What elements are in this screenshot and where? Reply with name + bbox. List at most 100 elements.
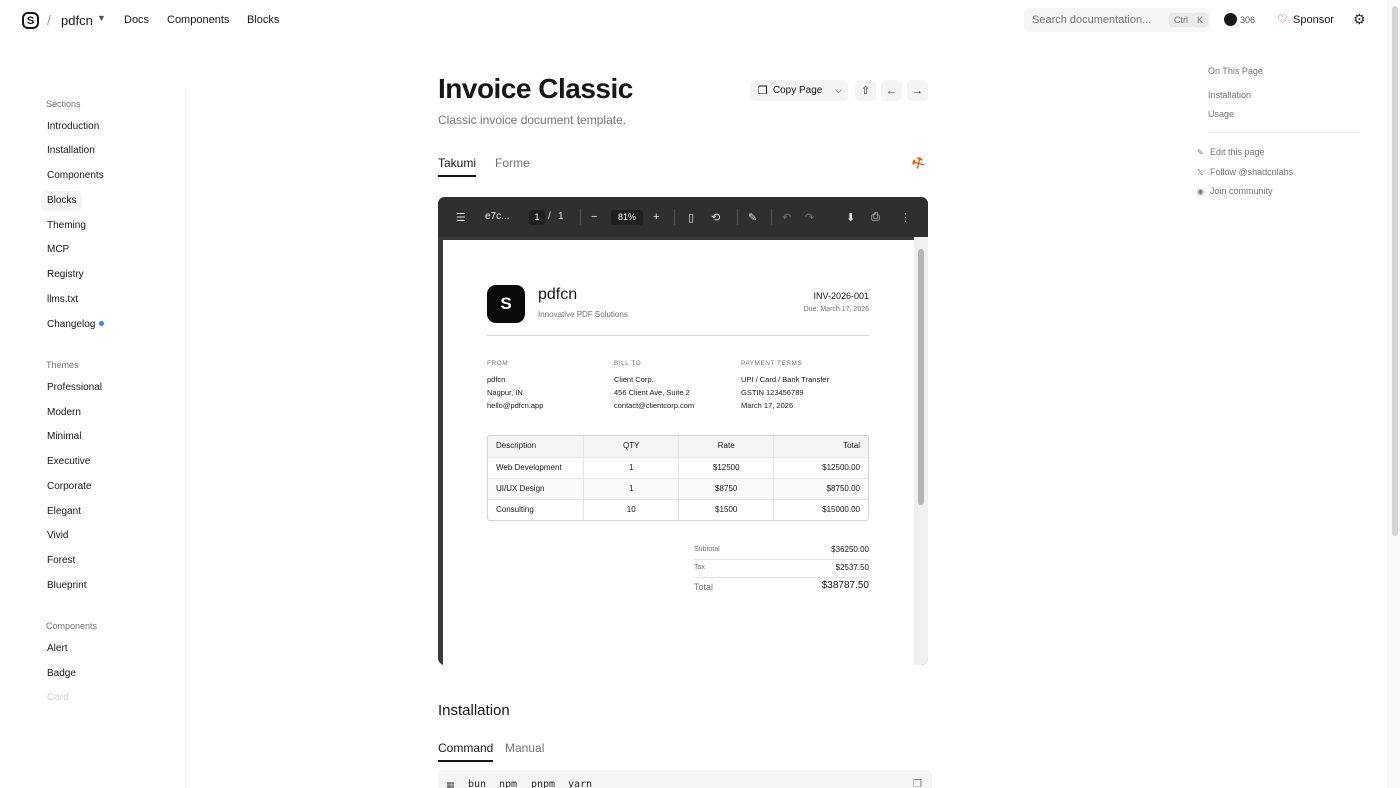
site-logo-icon[interactable]: S <box>22 12 39 29</box>
zoom-in-icon[interactable]: + <box>653 211 659 223</box>
sidebar-item-modern[interactable]: Modern <box>41 403 87 423</box>
pdf-toolbar: ☰ e7c... 1 / 1 − 81% + ▯ ⟲ ✎ ↶ ↷ ⬇ ⎙ ⋮ <box>438 197 928 237</box>
tab-manual[interactable]: Manual <box>505 741 544 755</box>
sidebar-item-vivid[interactable]: Vivid <box>41 526 75 546</box>
page-fit-icon[interactable]: ▯ <box>688 211 694 224</box>
download-icon[interactable]: ⬇ <box>846 211 855 224</box>
page-number-input[interactable]: 1 <box>529 210 545 225</box>
edit-page-link[interactable]: ✎ Edit this page <box>1197 147 1265 157</box>
sidebar-item-badge[interactable]: Badge <box>41 664 82 684</box>
print-icon[interactable]: ⎙ <box>871 211 880 224</box>
share-button[interactable]: ⇧ <box>855 80 876 101</box>
search-placeholder: Search documentation... <box>1032 14 1152 26</box>
invoice-items-table: Description QTY Rate Total Web Developme… <box>487 435 869 521</box>
sidebar-item-changelog[interactable]: Changelog <box>41 315 110 335</box>
pm-bun[interactable]: bun <box>468 779 486 788</box>
new-indicator-dot <box>99 321 105 326</box>
community-label: Join community <box>1210 186 1273 196</box>
toc-installation[interactable]: Installation <box>1208 90 1251 100</box>
sidebar-heading-components: Components <box>46 621 98 631</box>
from-line: Nagpur, IN <box>487 388 523 397</box>
heart-icon[interactable]: ♡ <box>1277 12 1288 26</box>
sidebar-item-minimal[interactable]: Minimal <box>41 427 87 447</box>
chevron-down-icon[interactable]: ⌵ <box>835 85 842 96</box>
previous-page-button[interactable]: ← <box>881 80 902 101</box>
terminal-icon: ▦ <box>446 780 455 788</box>
pm-pnpm[interactable]: pnpm <box>531 779 555 788</box>
chevron-down-icon[interactable]: ▼ <box>97 13 106 23</box>
scrollbar-thumb[interactable] <box>1392 6 1398 536</box>
tab-takumi[interactable]: Takumi <box>438 156 477 177</box>
table-cell: Consulting <box>496 505 534 514</box>
table-cell: $1500 <box>677 500 774 520</box>
annotate-icon[interactable]: ✎ <box>748 211 757 224</box>
page-separator: / <box>548 211 551 222</box>
table-header-row: Description QTY Rate Total <box>488 436 868 457</box>
table-cell: $8750 <box>677 479 774 499</box>
github-star-count[interactable]: 306 <box>1240 15 1255 25</box>
follow-label: Follow @shadcnlabs <box>1210 167 1294 177</box>
follow-link[interactable]: 𝕏 Follow @shadcnlabs <box>1197 167 1293 177</box>
pdf-scrollbar[interactable] <box>914 237 928 665</box>
sidebar-item-corporate[interactable]: Corporate <box>41 477 97 497</box>
next-page-button[interactable]: → <box>907 80 928 101</box>
nav-docs[interactable]: Docs <box>124 14 149 26</box>
github-icon[interactable] <box>1224 13 1237 26</box>
copy-page-label: Copy Page <box>772 85 823 96</box>
sidebar-item-theming[interactable]: Theming <box>41 216 92 236</box>
community-link[interactable]: ◉ Join community <box>1197 186 1273 196</box>
scrollbar-thumb[interactable] <box>918 249 924 505</box>
payment-terms-line: March 17, 2026 <box>741 401 794 410</box>
sidebar-item-forest[interactable]: Forest <box>41 551 81 571</box>
copy-icon[interactable]: ❐ <box>913 779 922 788</box>
copy-page-button[interactable]: ❐ Copy Page ⌵ <box>750 80 848 101</box>
sidebar-item-elegant[interactable]: Elegant <box>41 502 87 522</box>
toc-usage[interactable]: Usage <box>1208 109 1234 119</box>
table-cell: 10 <box>583 500 678 520</box>
more-options-icon[interactable]: ⋮ <box>900 211 911 224</box>
rotate-icon[interactable]: ⟲ <box>711 211 720 224</box>
column-header: Total <box>773 436 868 457</box>
sidebar-item-executive[interactable]: Executive <box>41 452 96 472</box>
subtotal-value: $36250.00 <box>831 545 869 554</box>
brand-separator: / <box>47 12 51 28</box>
table-row: UI/UX Design 1 $8750 $8750.00 <box>488 478 868 499</box>
pdf-filename: e7c... <box>485 211 510 222</box>
table-row: Web Development 1 $12500 $12500.00 <box>488 457 868 478</box>
sidebar-item-blueprint[interactable]: Blueprint <box>41 576 92 596</box>
search-input[interactable]: Search documentation... Ctrl K <box>1024 8 1210 32</box>
kbd-ctrl: Ctrl <box>1169 13 1193 27</box>
sidebar-item-professional[interactable]: Professional <box>41 378 108 398</box>
tab-forme[interactable]: Forme <box>495 156 530 170</box>
pm-npm[interactable]: npm <box>499 779 517 788</box>
nav-blocks[interactable]: Blocks <box>247 14 279 26</box>
sidebar-item-introduction[interactable]: Introduction <box>41 117 105 137</box>
sidebar-item-card[interactable]: Card <box>41 688 75 708</box>
column-header: Rate <box>677 436 774 457</box>
tab-command[interactable]: Command <box>438 741 494 762</box>
menu-icon[interactable]: ☰ <box>456 211 466 224</box>
page-scrollbar[interactable] <box>1388 0 1400 788</box>
sidebar-item-installation[interactable]: Installation <box>41 141 101 161</box>
pm-yarn[interactable]: yarn <box>568 779 592 788</box>
sidebar-item-mcp[interactable]: MCP <box>41 240 75 260</box>
zoom-level[interactable]: 81% <box>611 210 643 225</box>
sponsor-link[interactable]: Sponsor <box>1293 14 1334 26</box>
payment-terms-label: PAYMENT TERMS <box>741 360 803 367</box>
nav-components[interactable]: Components <box>167 14 229 26</box>
hammer-icon[interactable]: ⚒ <box>909 153 928 174</box>
zoom-out-icon[interactable]: − <box>591 211 597 223</box>
gear-icon[interactable]: ⚙ <box>1353 11 1366 28</box>
sidebar-item-alert[interactable]: Alert <box>41 639 74 659</box>
undo-icon[interactable]: ↶ <box>782 211 791 224</box>
sidebar-item-components[interactable]: Components <box>41 166 110 186</box>
brand-switcher[interactable]: pdfcn <box>61 13 93 28</box>
payment-terms-line: UPI / Card / Bank Transfer <box>741 375 829 384</box>
sidebar-item-llms[interactable]: llms.txt <box>41 290 84 310</box>
redo-icon[interactable]: ↷ <box>805 211 814 224</box>
sidebar-item-blocks[interactable]: Blocks <box>41 191 83 211</box>
sidebar-item-registry[interactable]: Registry <box>41 265 90 285</box>
table-cell: 1 <box>583 458 678 478</box>
invoice-due-date: Due: March 17, 2026 <box>803 306 869 313</box>
toolbar-divider <box>674 209 675 225</box>
